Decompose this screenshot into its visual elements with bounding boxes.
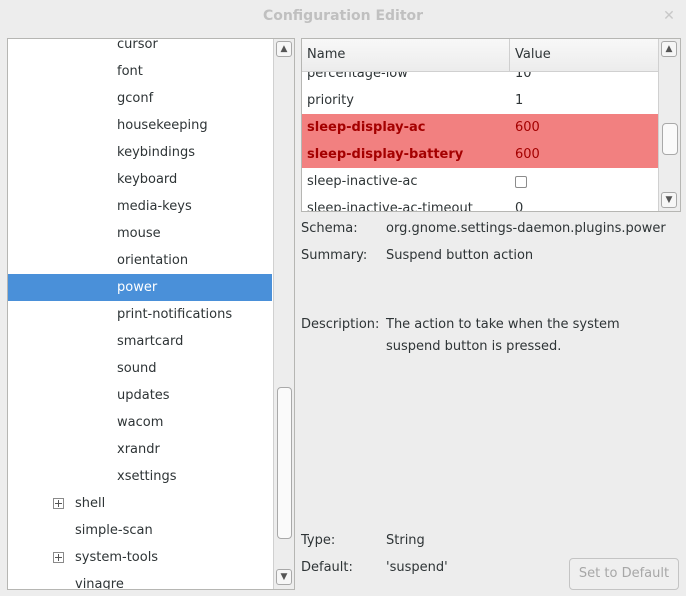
schema-tree[interactable]: cursor font gconf housekeeping keybindings ke… — [7, 38, 295, 590]
tree-item-label: mouse — [117, 226, 161, 241]
tree-scroll-thumb[interactable] — [277, 387, 292, 539]
tree-scroll-down-button[interactable]: ▼ — [276, 569, 292, 585]
tree-item-label: print-notifications — [117, 307, 233, 322]
tree-item-label: sound — [117, 361, 157, 376]
tree-item-label: wacom — [117, 415, 164, 430]
type-label: Type: — [301, 533, 336, 548]
key-value[interactable]: 600 — [515, 141, 540, 168]
tree-item[interactable]: wacom — [8, 409, 272, 436]
key-name: priority — [307, 93, 354, 108]
type-value: String — [386, 533, 425, 548]
table-row[interactable]: sleep-display-ac 600 — [302, 114, 658, 141]
tree-item-label: cursor — [117, 38, 158, 52]
default-label: Default: — [301, 560, 353, 575]
tree-item[interactable]: simple-scan — [8, 517, 272, 544]
tree-item-label: orientation — [117, 253, 189, 268]
window-titlebar: Configuration Editor ✕ — [0, 0, 686, 34]
tree-item[interactable]: cursor — [8, 38, 272, 58]
tree-item-label: housekeeping — [117, 118, 208, 133]
tree-item[interactable]: mouse — [8, 220, 272, 247]
tree-item-label: shell — [75, 496, 106, 511]
key-name: sleep-display-ac — [307, 120, 426, 135]
tree-item-label: keybindings — [117, 145, 195, 160]
key-value[interactable]: 600 — [515, 114, 540, 141]
key-name: sleep-inactive-ac — [307, 174, 418, 189]
window-title: Configuration Editor — [262, 8, 424, 24]
key-name: sleep-inactive-ac-timeout — [307, 201, 473, 212]
table-scroll-down-button[interactable]: ▼ — [661, 192, 677, 208]
default-value: 'suspend' — [386, 560, 448, 575]
key-value[interactable]: 0 — [515, 195, 523, 211]
tree-item-label: xrandr — [117, 442, 160, 457]
keys-table[interactable]: percentage-low 10 priority 1 sleep-display-a… — [301, 38, 681, 212]
tree-item-label: power — [117, 280, 158, 295]
tree-item-label: xsettings — [117, 469, 177, 484]
schema-value: org.gnome.settings-daemon.plugins.power — [386, 221, 666, 236]
tree-item-label: vinagre — [75, 577, 124, 590]
tree-item[interactable]: vinagre — [8, 571, 272, 590]
tree-item[interactable]: housekeeping — [8, 112, 272, 139]
tree-item[interactable]: print-notifications — [8, 301, 272, 328]
table-scroll-up-button[interactable]: ▲ — [661, 41, 677, 57]
tree-scrollbar[interactable]: ▲ ▼ — [273, 39, 294, 589]
tree-item[interactable]: power — [8, 274, 272, 301]
schema-label: Schema: — [301, 221, 358, 236]
column-header-value[interactable]: Value — [515, 39, 551, 71]
description-value: The action to take when the system suspe… — [386, 317, 620, 354]
tree-item-label: updates — [117, 388, 170, 403]
tree-item[interactable]: gconf — [8, 85, 272, 112]
tree-item[interactable]: updates — [8, 382, 272, 409]
table-scrollbar[interactable]: ▲ ▼ — [658, 39, 680, 211]
table-row[interactable]: sleep-inactive-ac — [302, 168, 658, 195]
set-to-default-button[interactable]: Set to Default — [569, 558, 679, 590]
table-header: Name Value — [302, 39, 658, 72]
table-scroll-thumb[interactable] — [662, 123, 678, 155]
value-checkbox[interactable] — [515, 176, 527, 188]
expand-icon[interactable] — [53, 498, 64, 509]
tree-item[interactable]: xrandr — [8, 436, 272, 463]
tree-item[interactable]: shell — [8, 490, 272, 517]
tree-item[interactable]: keybindings — [8, 139, 272, 166]
tree-item[interactable]: sound — [8, 355, 272, 382]
tree-item[interactable]: font — [8, 58, 272, 85]
table-row[interactable]: sleep-inactive-ac-timeout 0 — [302, 195, 658, 212]
tree-item[interactable]: orientation — [8, 247, 272, 274]
tree-item[interactable]: keyboard — [8, 166, 272, 193]
description-label: Description: — [301, 317, 380, 332]
tree-item[interactable]: xsettings — [8, 463, 272, 490]
table-row[interactable]: sleep-display-battery 600 — [302, 141, 658, 168]
expand-icon[interactable] — [53, 552, 64, 563]
tree-item[interactable]: system-tools — [8, 544, 272, 571]
summary-label: Summary: — [301, 248, 368, 263]
tree-item-label: keyboard — [117, 172, 178, 187]
tree-item-label: system-tools — [75, 550, 159, 565]
tree-scroll-up-button[interactable]: ▲ — [276, 41, 292, 57]
tree-item-label: font — [117, 64, 143, 79]
key-name: sleep-display-battery — [307, 147, 464, 162]
column-header-name[interactable]: Name — [307, 39, 345, 71]
tree-item[interactable]: smartcard — [8, 328, 272, 355]
summary-value: Suspend button action — [386, 248, 534, 263]
close-icon[interactable]: ✕ — [662, 9, 676, 23]
tree-item-label: media-keys — [117, 199, 192, 214]
tree-item-label: gconf — [117, 91, 154, 106]
tree-item-label: simple-scan — [75, 523, 153, 538]
tree-item[interactable]: media-keys — [8, 193, 272, 220]
table-row[interactable]: priority 1 — [302, 87, 658, 114]
key-value[interactable]: 1 — [515, 87, 523, 114]
tree-item-label: smartcard — [117, 334, 184, 349]
